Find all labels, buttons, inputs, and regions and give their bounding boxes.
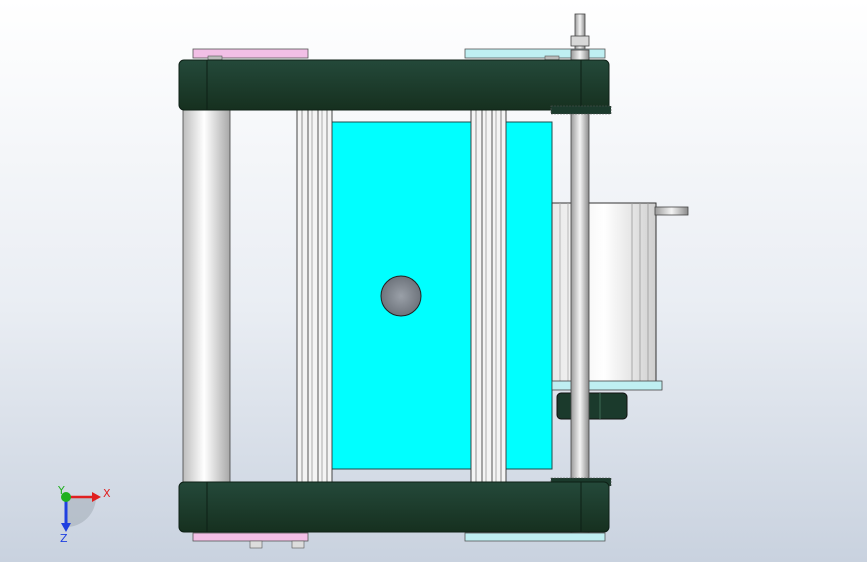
left-aluminum-rail[interactable] (296, 107, 333, 483)
bottom-left-end-plate[interactable] (192, 532, 309, 542)
top-belt-housing[interactable] (178, 59, 610, 111)
motor-mount-plate[interactable] (551, 380, 663, 391)
y-axis-label: Y (57, 484, 65, 497)
coordinate-triad: X Y Z (57, 484, 111, 545)
cad-viewport[interactable]: X Y Z (0, 0, 867, 562)
left-guide-rod[interactable] (182, 109, 231, 483)
top-shaft-collar (570, 35, 590, 47)
carriage-center-hole (380, 275, 422, 317)
x-axis-arrowhead (92, 492, 101, 502)
bottom-left-nut (249, 540, 263, 549)
top-pulley-teeth (550, 105, 612, 115)
z-axis-label: Z (60, 532, 68, 545)
motor-output-shaft[interactable] (654, 206, 689, 216)
cad-model-drawing: X Y Z (57, 13, 689, 549)
right-aluminum-rail[interactable] (470, 107, 507, 483)
vertical-lead-shaft[interactable] (570, 49, 590, 539)
bottom-right-nut (291, 540, 305, 549)
drive-pulley[interactable] (556, 392, 628, 420)
bottom-belt-housing[interactable] (178, 481, 610, 533)
triad-shadow (66, 497, 96, 527)
stepper-motor[interactable] (551, 202, 657, 384)
z-axis-arrowhead (61, 523, 71, 532)
x-axis-label: X (103, 487, 111, 500)
cyan-carriage-plate[interactable] (327, 121, 553, 470)
bottom-right-end-plate[interactable] (464, 532, 606, 542)
